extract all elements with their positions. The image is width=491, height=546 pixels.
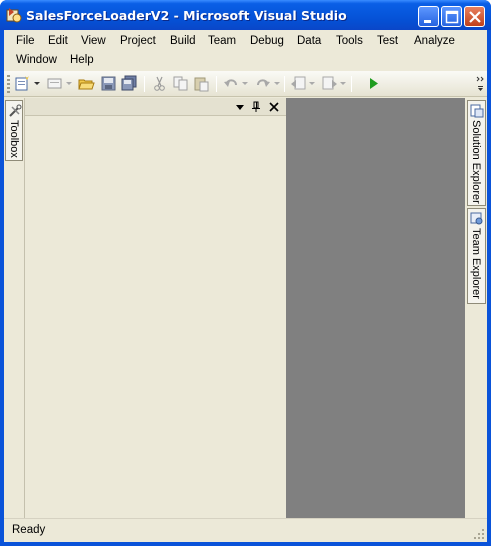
status-text: Ready <box>12 524 46 536</box>
standard-toolbar <box>4 71 487 97</box>
close-panel-icon[interactable] <box>268 101 280 113</box>
menu-window[interactable]: Window <box>16 54 57 66</box>
auto-hide-pin-icon[interactable] <box>250 101 262 113</box>
solution-explorer-icon <box>470 104 484 118</box>
toolbox-icon <box>9 104 22 117</box>
menu-build[interactable]: Build <box>170 35 196 47</box>
menu-team[interactable]: Team <box>208 35 236 47</box>
menu-data[interactable]: Data <box>297 35 321 47</box>
navigate-forward-icon[interactable] <box>321 75 338 92</box>
menu-analyze[interactable]: Analyze <box>414 35 455 47</box>
window-position-icon[interactable] <box>234 101 246 113</box>
add-item-dropdown[interactable] <box>66 82 72 85</box>
title-bar[interactable]: SalesForceLoaderV2 - Microsoft Visual St… <box>0 0 491 30</box>
close-button[interactable] <box>464 6 485 27</box>
maximize-icon <box>445 10 459 24</box>
panel-header <box>25 98 287 116</box>
menu-file[interactable]: File <box>16 35 35 47</box>
new-project-dropdown[interactable] <box>34 82 40 85</box>
menu-test[interactable]: Test <box>377 35 398 47</box>
start-debugging-icon[interactable] <box>365 75 382 92</box>
team-explorer-tab-label: Team Explorer <box>470 228 482 299</box>
toolbox-panel <box>24 98 287 518</box>
menu-tools[interactable]: Tools <box>336 35 363 47</box>
close-icon <box>469 11 481 23</box>
document-area <box>286 98 465 518</box>
save-all-icon[interactable] <box>121 75 138 92</box>
menu-edit[interactable]: Edit <box>48 35 68 47</box>
cut-icon[interactable] <box>151 75 168 92</box>
toolbar-separator <box>284 76 285 92</box>
save-icon[interactable] <box>100 75 117 92</box>
toolbar-overflow-icon[interactable] <box>476 74 485 94</box>
redo-dropdown[interactable] <box>274 82 280 85</box>
menu-view[interactable]: View <box>81 35 106 47</box>
redo-icon[interactable] <box>254 75 271 92</box>
paste-icon[interactable] <box>193 75 210 92</box>
toolbar-separator <box>351 76 352 92</box>
menu-bar: File Edit View Project Build Team Debug … <box>4 30 487 70</box>
client-area: File Edit View Project Build Team Debug … <box>4 30 487 542</box>
menu-project[interactable]: Project <box>120 35 156 47</box>
menu-debug[interactable]: Debug <box>250 35 284 47</box>
navigate-backward-dropdown[interactable] <box>309 82 315 85</box>
window-title: SalesForceLoaderV2 - Microsoft Visual St… <box>26 8 347 23</box>
add-item-icon[interactable] <box>46 75 63 92</box>
navigate-backward-icon[interactable] <box>290 75 307 92</box>
solution-explorer-tab[interactable]: Solution Explorer <box>467 100 486 206</box>
menu-help[interactable]: Help <box>70 54 94 66</box>
toolbar-grip[interactable] <box>7 75 10 93</box>
right-dock-strip: Solution Explorer Team Explorer <box>465 98 487 518</box>
team-explorer-icon <box>470 212 483 225</box>
toolbar-separator <box>144 76 145 92</box>
minimize-button[interactable] <box>418 6 439 27</box>
toolbox-tab-label: Toolbox <box>8 120 20 158</box>
navigate-forward-dropdown[interactable] <box>340 82 346 85</box>
team-explorer-tab[interactable]: Team Explorer <box>467 208 486 304</box>
main-window: SalesForceLoaderV2 - Microsoft Visual St… <box>0 0 491 546</box>
undo-dropdown[interactable] <box>242 82 248 85</box>
undo-icon[interactable] <box>223 75 240 92</box>
left-dock-strip: Toolbox <box>4 98 24 518</box>
copy-icon[interactable] <box>172 75 189 92</box>
visual-studio-icon <box>6 8 22 23</box>
toolbox-tab[interactable]: Toolbox <box>5 100 23 161</box>
toolbar-separator <box>216 76 217 92</box>
status-bar: Ready <box>4 518 487 542</box>
maximize-button[interactable] <box>441 6 462 27</box>
resize-grip-icon[interactable] <box>473 528 485 540</box>
open-file-icon[interactable] <box>78 75 95 92</box>
minimize-icon <box>424 20 431 23</box>
new-project-icon[interactable] <box>14 75 31 92</box>
solution-explorer-tab-label: Solution Explorer <box>470 120 482 204</box>
